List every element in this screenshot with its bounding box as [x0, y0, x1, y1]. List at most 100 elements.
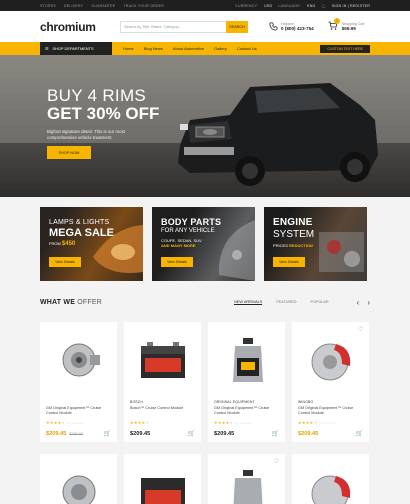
- rating-stars: ★★★★★ (0 reviews): [46, 420, 85, 425]
- departments-button[interactable]: ☰ SHOP DEPARTMENTS: [40, 42, 112, 55]
- topbar-link-guarantee[interactable]: GUARANTEE: [91, 4, 115, 8]
- tab-featured[interactable]: FEATURED: [276, 300, 296, 305]
- product-brand: WINGBO: [298, 400, 314, 404]
- hero-description: Bigfoot signature detail. This is our mo…: [47, 129, 126, 140]
- language-label: LANGUAGE:: [278, 3, 302, 8]
- next-arrow-icon[interactable]: ›: [367, 298, 370, 307]
- product-card[interactable]: [292, 454, 369, 504]
- tab-popular[interactable]: POPULAR: [311, 300, 329, 305]
- main-nav: ☰ SHOP DEPARTMENTS Home Blog News About A…: [0, 42, 410, 55]
- sign-in-link[interactable]: SIGN IN | REGISTER: [332, 4, 370, 8]
- nav-blog[interactable]: Blog News: [139, 46, 168, 51]
- nav-home[interactable]: Home: [118, 46, 139, 51]
- product-name[interactable]: Bosch™ Cruise Control Module: [130, 406, 192, 411]
- hero-heading-2: GET 30% OFF: [47, 104, 160, 123]
- product-card[interactable]: ♡ WINGBO GM Original Equipment™ Cruise C…: [292, 322, 369, 442]
- header: chromium Search by Title, Brand, Categor…: [0, 11, 410, 42]
- product-price: $209.45: [130, 431, 150, 437]
- banner-lamps[interactable]: LAMPS & LIGHTS MEGA SALE FROM $450 View …: [40, 207, 143, 281]
- add-to-cart-icon[interactable]: 🛒: [104, 430, 111, 437]
- banner-engine-subtitle: SYSTEM: [273, 229, 315, 240]
- product-card[interactable]: ORIGINAL EQUIPMENT GM Original Equipment…: [208, 322, 285, 442]
- banner-engine-reduction: REDUCTION: [289, 243, 313, 248]
- currency-select[interactable]: USD: [264, 4, 272, 8]
- product-card[interactable]: [40, 454, 117, 504]
- product-price: $209.45: [298, 431, 318, 437]
- product-price: $209.45: [214, 431, 234, 437]
- nav-gallery[interactable]: Gallery: [209, 46, 232, 51]
- product-card[interactable]: GM Original Equipment™ Cruise Control Mo…: [40, 322, 117, 442]
- section-title-light: OFFER: [77, 299, 102, 306]
- product-price: $209.45 $280.00: [46, 431, 83, 437]
- price-value: $209.45: [298, 431, 319, 437]
- cart-icon: 0: [328, 18, 340, 32]
- cart-count-badge: 0: [333, 18, 340, 24]
- product-brand: BOSCH: [130, 400, 144, 404]
- tab-new-arrivals[interactable]: NEW ARRIVALS: [234, 300, 263, 305]
- helpline: Helpline 0 (800) 423-754: [269, 22, 314, 31]
- banner-body-button[interactable]: View Details: [161, 257, 193, 267]
- search-input[interactable]: Search by Title, Brand, Category...: [120, 20, 226, 33]
- section-title-bold: WHAT WE: [40, 299, 76, 306]
- brake-disc-image: [292, 464, 369, 504]
- price-value: $209.45: [130, 431, 151, 437]
- add-to-cart-icon[interactable]: 🛒: [356, 430, 363, 437]
- banner-engine-title: ENGINE: [273, 217, 313, 228]
- search-button[interactable]: SEARCH: [226, 20, 248, 33]
- helpline-number[interactable]: 0 (800) 423-754: [281, 26, 314, 31]
- banner-body-subtitle: FOR ANY VEHICLE: [161, 228, 215, 234]
- add-to-cart-icon[interactable]: 🛒: [188, 430, 195, 437]
- product-card[interactable]: ♡: [208, 454, 285, 504]
- alternator-image: [40, 464, 117, 504]
- battery-image: [124, 332, 201, 388]
- phone-icon: [269, 22, 278, 31]
- banner-body-parts[interactable]: BODY PARTS FOR ANY VEHICLE COUPE, SEDAN,…: [152, 207, 255, 281]
- price-value: $209.45: [46, 431, 67, 437]
- user-icon: ◯: [321, 3, 326, 8]
- engine-image: [319, 232, 364, 272]
- banner-lamps-subtitle: MEGA SALE: [49, 227, 114, 239]
- brake-disc-image: [292, 332, 369, 388]
- rating-stars: ★★★★★ (0 reviews): [214, 420, 253, 425]
- product-card[interactable]: BOSCH Bosch™ Cruise Control Module ★★★★★…: [124, 322, 201, 442]
- logo[interactable]: chromium: [40, 20, 120, 34]
- oil-bottle-image: [208, 332, 285, 388]
- oil-bottle-image: [208, 464, 285, 504]
- banner-engine-prices: PRICES: [273, 243, 288, 248]
- add-to-cart-icon[interactable]: 🛒: [272, 430, 279, 437]
- prev-arrow-icon[interactable]: ‹: [357, 298, 360, 307]
- product-name[interactable]: GM Original Equipment™ Cruise Control Mo…: [298, 406, 360, 416]
- product-name[interactable]: GM Original Equipment™ Cruise Control Mo…: [46, 406, 108, 416]
- nav-about[interactable]: About Automotive: [168, 46, 209, 51]
- search-bar: Search by Title, Brand, Category... SEAR…: [120, 20, 248, 33]
- review-count: (0 reviews): [234, 421, 253, 425]
- banner-body-title: BODY PARTS: [161, 217, 222, 227]
- topbar-link-delivery[interactable]: DELIVERY: [64, 4, 83, 8]
- departments-label: SHOP DEPARTMENTS: [52, 46, 94, 51]
- rating-stars: ★★★★★: [130, 420, 150, 425]
- shop-now-button[interactable]: SHOP NOW: [47, 146, 91, 159]
- custom-text-button[interactable]: CUSTOM TEXT HERE: [320, 44, 370, 53]
- banner-lamps-from: FROM: [49, 241, 61, 246]
- banner-engine[interactable]: ENGINE SYSTEM PRICES REDUCTION View Deta…: [264, 207, 367, 281]
- product-card[interactable]: [124, 454, 201, 504]
- banner-lamps-button[interactable]: View Details: [49, 257, 81, 267]
- price-value: $209.45: [214, 431, 235, 437]
- headlight-image: [93, 225, 143, 273]
- menu-icon: ☰: [45, 46, 49, 51]
- topbar-link-stores[interactable]: STORES: [40, 4, 56, 8]
- old-price: $280.00: [69, 432, 83, 436]
- currency-label: CURRENCY:: [235, 3, 259, 8]
- banner-engine-button[interactable]: View Details: [273, 257, 305, 267]
- search-placeholder: Search by Title, Brand, Category...: [124, 24, 182, 29]
- review-count: (0 reviews): [318, 421, 337, 425]
- topbar-link-track[interactable]: TRACK YOUR ORDER: [123, 4, 164, 8]
- cart-total: $59.99: [341, 26, 356, 31]
- header-cart[interactable]: 0 Shopping Cart $59.99: [328, 18, 365, 32]
- battery-image: [124, 464, 201, 504]
- language-select[interactable]: ENG: [307, 4, 315, 8]
- product-name[interactable]: GM Original Equipment™ Cruise Control Mo…: [214, 406, 276, 416]
- rating-stars: ★★★★★ (0 reviews): [298, 420, 337, 425]
- hero-heading-1: BUY 4 RIMS: [47, 86, 147, 105]
- nav-contact[interactable]: Contact Us: [232, 46, 262, 51]
